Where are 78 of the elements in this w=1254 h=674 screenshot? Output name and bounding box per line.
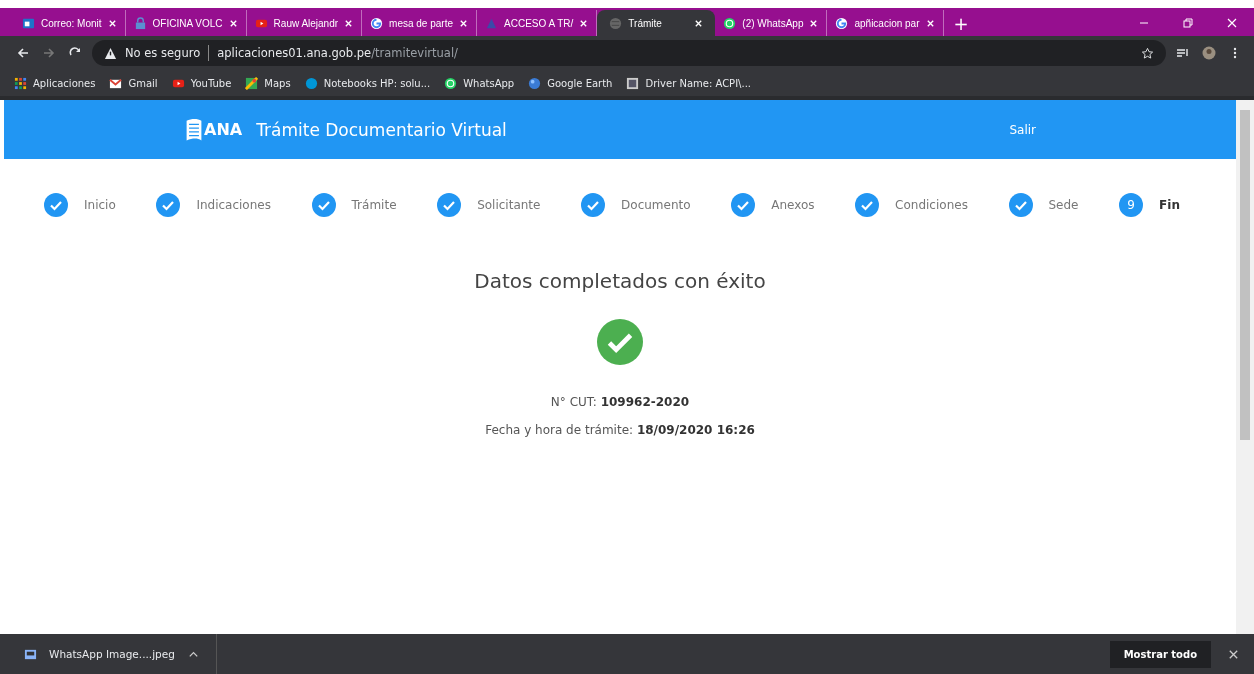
url-text: aplicaciones01.ana.gob.pe/tramitevirtual/ [217, 46, 458, 60]
lock-icon [133, 16, 147, 30]
bookmark-label: Driver Name: ACPI\... [645, 77, 751, 89]
bookmark-item[interactable]: Driver Name: ACPI\... [626, 76, 751, 90]
whatsapp-icon [723, 16, 737, 30]
bookmark-label: Aplicaciones [33, 77, 96, 89]
address-field[interactable]: No es seguro aplicaciones01.ana.gob.pe/tramitevirtual/ [92, 40, 1166, 66]
image-file-icon [24, 647, 37, 661]
back-icon[interactable] [16, 46, 30, 60]
tab-title: OFICINA VOLC [152, 17, 223, 29]
warning-icon [104, 46, 117, 60]
star-icon[interactable] [1141, 46, 1154, 60]
date-time-text: Fecha y hora de trámite: 18/09/2020 16:26 [485, 423, 755, 437]
download-item[interactable]: WhatsApp Image....jpeg [24, 634, 217, 674]
bookmark-label: Notebooks HP: solu... [323, 77, 431, 89]
bookmark-label: Maps [264, 77, 291, 89]
mail-icon [22, 16, 35, 30]
logo-text: ANA [204, 120, 243, 139]
scrollbar[interactable] [1236, 100, 1254, 634]
download-filename: WhatsApp Image....jpeg [49, 648, 175, 660]
step-label: Indicaciones [196, 198, 271, 212]
bookmark-item[interactable]: WhatsApp [444, 76, 515, 90]
step-label: Solicitante [477, 198, 541, 212]
bookmark-label: Google Earth [547, 77, 613, 89]
google-icon [835, 16, 849, 30]
gmail-icon [109, 76, 123, 90]
close-icon[interactable] [579, 18, 589, 28]
new-tab-button[interactable]: + [943, 10, 979, 36]
step-label: Fin [1159, 198, 1180, 212]
tab-title: Trámite [628, 17, 663, 29]
book-logo-icon [186, 117, 202, 142]
close-icon[interactable] [344, 18, 354, 28]
tab-title: ACCESO A TR/ [504, 17, 574, 29]
globe-icon [609, 16, 623, 30]
success-heading: Datos completados con éxito [474, 269, 766, 293]
bookmark-item[interactable]: Notebooks HP: solu... [304, 76, 431, 90]
restore-icon[interactable] [1182, 17, 1194, 29]
close-icon[interactable] [228, 18, 238, 28]
tab-title: (2) WhatsApp [742, 17, 804, 29]
close-icon[interactable] [694, 18, 704, 28]
step-label: Inicio [84, 198, 116, 212]
avatar-icon[interactable] [1202, 46, 1216, 60]
step-number: 9 [1119, 193, 1144, 217]
close-icon[interactable] [809, 18, 819, 28]
bookmark-item[interactable]: Gmail [109, 76, 158, 90]
bookmark-item[interactable]: Google Earth [528, 76, 613, 90]
show-all-button[interactable]: Mostrar todo [1109, 640, 1211, 668]
step-label: Condiciones [895, 198, 968, 212]
apps-icon [14, 76, 27, 90]
close-icon[interactable] [107, 18, 117, 28]
security-label: No es seguro [125, 46, 201, 60]
playlist-icon[interactable] [1176, 46, 1190, 60]
step-label: Documento [621, 198, 691, 212]
bookmark-label: Gmail [128, 77, 158, 89]
success-check-icon [597, 319, 643, 365]
bookmark-item[interactable]: YouTube [171, 76, 232, 90]
cut-number-text: N° CUT: 109962-2020 [550, 395, 690, 409]
tab-title: Rauw Alejandr [273, 17, 339, 29]
close-icon[interactable] [925, 18, 935, 28]
whatsapp-icon [444, 76, 458, 90]
tab-title: Correo: Monit [41, 17, 102, 29]
step-label: Sede [1048, 198, 1079, 212]
step-label: Trámite [351, 198, 397, 212]
page-title: Trámite Documentario Virtual [256, 119, 507, 140]
bookmark-item[interactable]: Maps [245, 76, 291, 90]
google-icon [370, 16, 384, 30]
maps-icon [245, 76, 259, 90]
close-icon[interactable] [1226, 17, 1238, 29]
bookmark-item[interactable]: Aplicaciones [14, 76, 96, 90]
step-label: Anexos [771, 198, 815, 212]
forward-icon[interactable] [42, 46, 56, 60]
browser-tab[interactable]: Trámite [597, 10, 716, 36]
tab-title: apñicacion par [854, 17, 920, 29]
tab-title: mesa de parte [389, 17, 453, 29]
bookmark-label: WhatsApp [463, 77, 515, 89]
close-icon[interactable] [459, 18, 468, 28]
bookmark-label: YouTube [190, 77, 232, 89]
earth-icon [528, 76, 542, 90]
